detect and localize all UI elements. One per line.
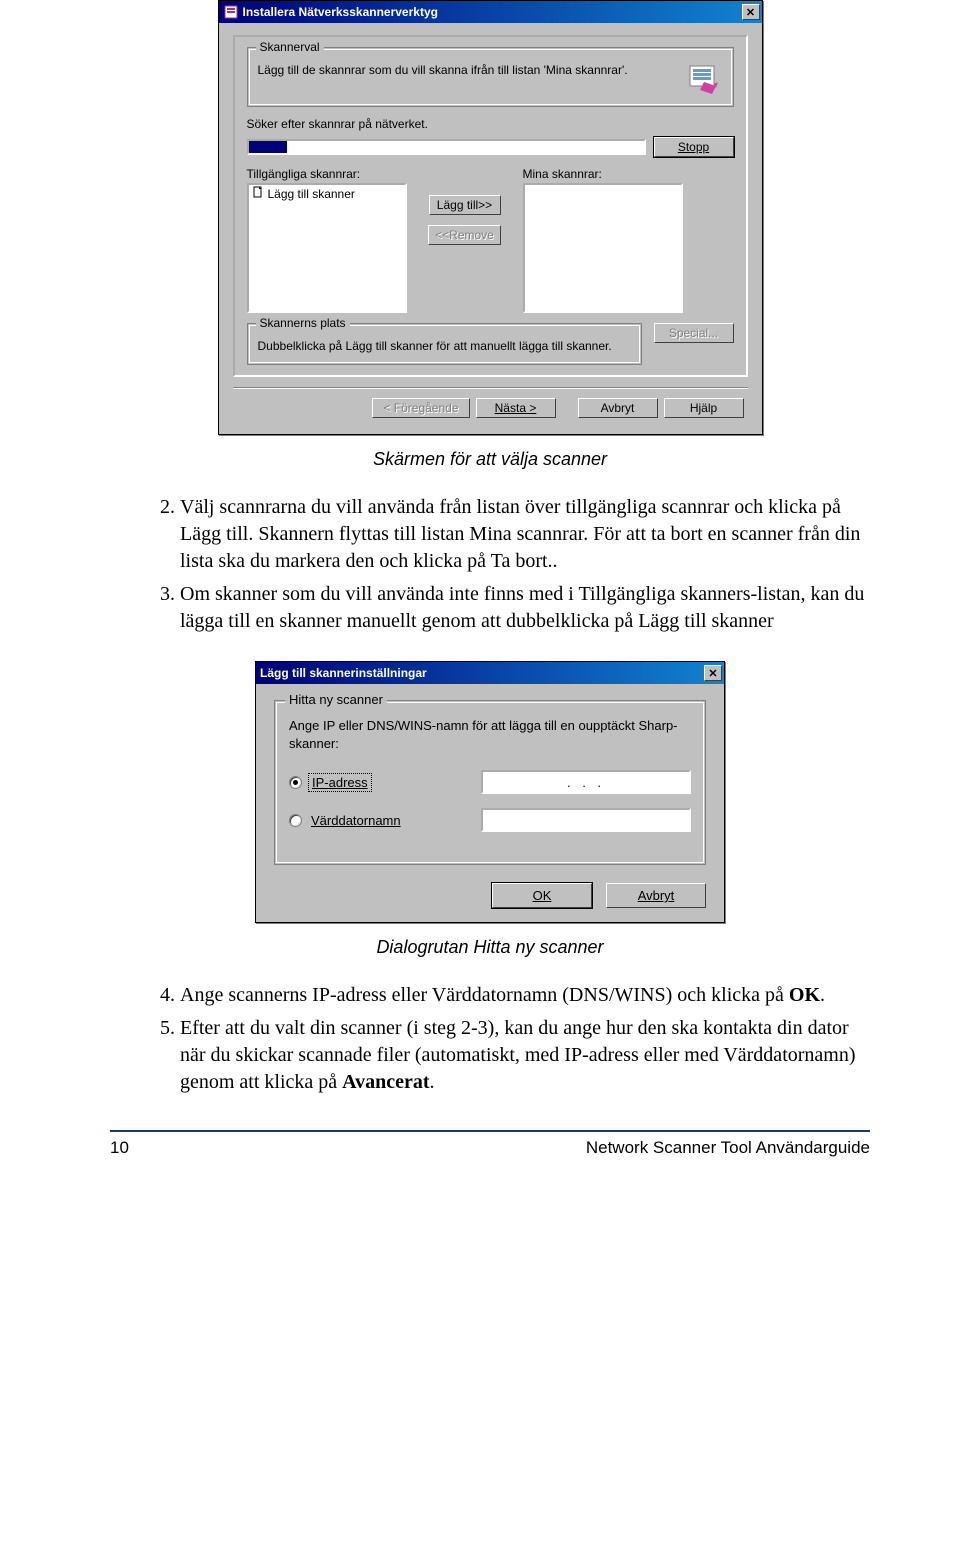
close-button[interactable]: ✕ (742, 4, 760, 20)
titlebar: Installera Nätverksskannerverktyg ✕ (219, 1, 762, 23)
remove-button[interactable]: <<Remove (428, 225, 501, 245)
scanner-selection-group: Skannerval Lägg till de skannrar som du … (247, 47, 734, 107)
close-button[interactable]: ✕ (704, 665, 722, 681)
list-item[interactable]: Lägg till skanner (249, 185, 405, 202)
hostname-radio[interactable] (289, 814, 302, 827)
instruction-item: Om skanner som du vill använda inte finn… (180, 581, 870, 635)
dialog-title: Lägg till skannerinställningar (260, 666, 427, 680)
group-label: Skannerval (256, 40, 324, 54)
dialog-title: Installera Nätverksskannerverktyg (243, 5, 438, 19)
app-icon (223, 4, 239, 20)
special-button[interactable]: Special... (654, 323, 734, 343)
group-label: Skannerns plats (256, 316, 350, 330)
figure-caption: Dialogrutan Hitta ny scanner (110, 937, 870, 958)
instruction-list: Ange scannerns IP-adress eller Värddator… (110, 982, 870, 1096)
ip-address-field[interactable]: . . . (481, 770, 691, 794)
instruction-item: Ange scannerns IP-adress eller Värddator… (180, 982, 870, 1009)
add-button[interactable]: Lägg till>> (429, 195, 501, 215)
instruction-list: Välj scannrarna du vill använda från lis… (110, 494, 870, 635)
search-label: Söker efter skannrar på nätverket. (247, 117, 734, 131)
ip-address-radio[interactable] (289, 776, 302, 789)
group-text: Lägg till de skannrar som du vill skanna… (258, 62, 683, 96)
find-new-scanner-group: Hitta ny scanner Ange IP eller DNS/WINS-… (274, 700, 706, 865)
page-number: 10 (110, 1138, 150, 1158)
progress-bar (247, 139, 646, 155)
hostname-radio-label: Värddatornamn (308, 812, 404, 829)
page-footer: 10 Network Scanner Tool Användarguide (110, 1138, 870, 1158)
scanner-icon (683, 62, 723, 96)
help-button[interactable]: Hjälp (664, 398, 744, 418)
instruction-item: Efter att du valt din scanner (i steg 2-… (180, 1015, 870, 1096)
footer-rule (110, 1130, 870, 1132)
next-button[interactable]: Nästa > (476, 398, 556, 418)
available-scanners-label: Tillgängliga skannrar: (247, 167, 407, 181)
group-description: Ange IP eller DNS/WINS-namn för att lägg… (289, 717, 691, 752)
install-wizard-dialog: Installera Nätverksskannerverktyg ✕ Skan… (218, 0, 763, 435)
add-scanner-settings-dialog: Lägg till skannerinställningar ✕ Hitta n… (255, 661, 725, 923)
group-text: Dubbelklicka på Lägg till skanner för at… (258, 338, 631, 354)
hostname-field[interactable] (481, 808, 691, 832)
cancel-button[interactable]: Avbryt (578, 398, 658, 418)
figure-caption: Skärmen för att välja scanner (110, 449, 870, 470)
scanner-place-group: Skannerns plats Dubbelklicka på Lägg til… (247, 323, 642, 365)
titlebar: Lägg till skannerinställningar ✕ (256, 662, 724, 684)
footer-title: Network Scanner Tool Användarguide (150, 1138, 870, 1158)
stop-button[interactable]: Stopp (654, 137, 734, 157)
my-scanners-list[interactable] (523, 183, 683, 313)
list-item-label: Lägg till skanner (268, 187, 355, 201)
ok-button[interactable]: OK (492, 883, 592, 908)
available-scanners-list[interactable]: Lägg till skanner (247, 183, 407, 313)
instruction-item: Välj scannrarna du vill använda från lis… (180, 494, 870, 575)
group-label: Hitta ny scanner (285, 692, 387, 707)
document-icon (252, 186, 264, 201)
cancel-button[interactable]: Avbryt (606, 883, 706, 908)
previous-button[interactable]: < Föregående (372, 398, 469, 418)
ip-address-radio-label: IP-adress (308, 773, 372, 792)
my-scanners-label: Mina skannrar: (523, 167, 683, 181)
